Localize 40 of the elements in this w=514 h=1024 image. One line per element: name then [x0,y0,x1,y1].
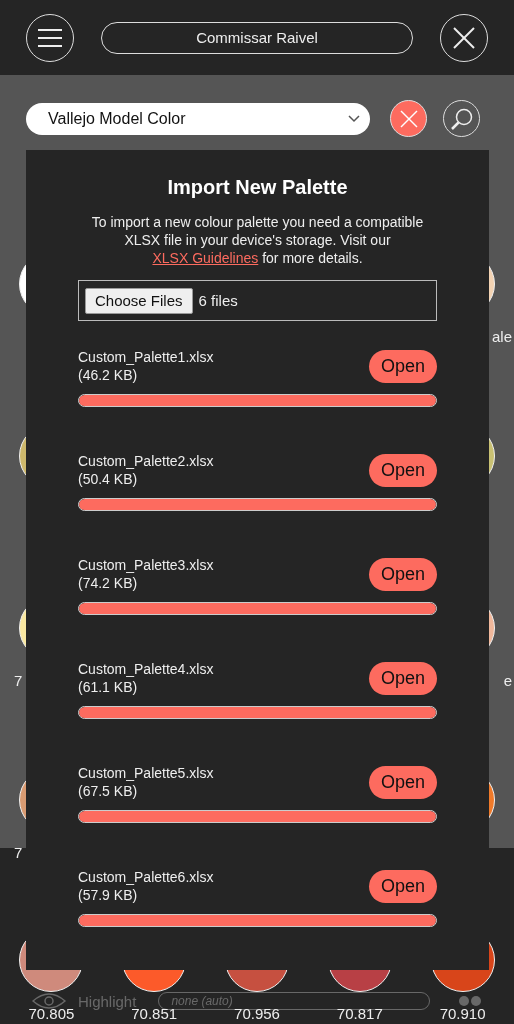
file-name: Custom_Palette5.xlsx [78,764,214,782]
file-count: 6 files [198,292,238,309]
swatch-label: ale [491,328,513,346]
menu-icon [37,27,63,48]
chevron-down-icon [348,114,360,123]
file-name: Custom_Palette2.xlsx [78,452,214,470]
file-name: Custom_Palette1.xlsx [78,348,214,366]
file-size: (57.9 KB) [78,886,139,904]
open-button[interactable]: Open [369,349,437,383]
file-name: Custom_Palette3.xlsx [78,556,214,574]
search-icon [449,106,474,131]
swatch-label: e [503,672,513,690]
file-name: Custom_Palette6.xlsx [78,868,214,886]
file-size: (74.2 KB) [78,574,139,592]
palette-select[interactable]: Vallejo Model Color [26,102,370,135]
highlight-field[interactable]: none (auto) [158,992,431,1010]
choose-files-button[interactable]: Choose Files [85,287,193,314]
open-button[interactable]: Open [369,869,437,903]
open-button[interactable]: Open [369,557,437,591]
file-size: (61.1 KB) [78,678,139,696]
swatch-label: 7 [13,672,23,690]
open-button[interactable]: Open [369,765,437,799]
file-input[interactable]: Choose Files 6 files [78,280,437,321]
guidelines-link[interactable]: XLSX Guidelines [152,250,259,266]
swatch-code: 70.805 [28,1005,75,1023]
open-button[interactable]: Open [369,453,437,487]
close-icon [399,109,418,128]
dialog-title: Import New Palette [166,176,349,199]
file-size: (50.4 KB) [78,470,139,488]
dialog-description: To import a new colour palette you need a compatible XLSX file in your device's storage. Visit our XLSX Guidelines for more details. [90,213,425,267]
swatch-label: 7 [13,844,23,862]
eye-icon [32,991,66,1011]
file-name: Custom_Palette4.xlsx [78,660,214,678]
clear-button[interactable] [390,100,427,137]
highlight-label: Highlight [78,992,137,1010]
file-size: (67.5 KB) [78,782,139,800]
close-icon [452,25,476,50]
swatch-code: 70.910 [439,1005,486,1023]
file-size: (46.2 KB) [78,366,139,384]
open-button[interactable]: Open [369,661,437,695]
